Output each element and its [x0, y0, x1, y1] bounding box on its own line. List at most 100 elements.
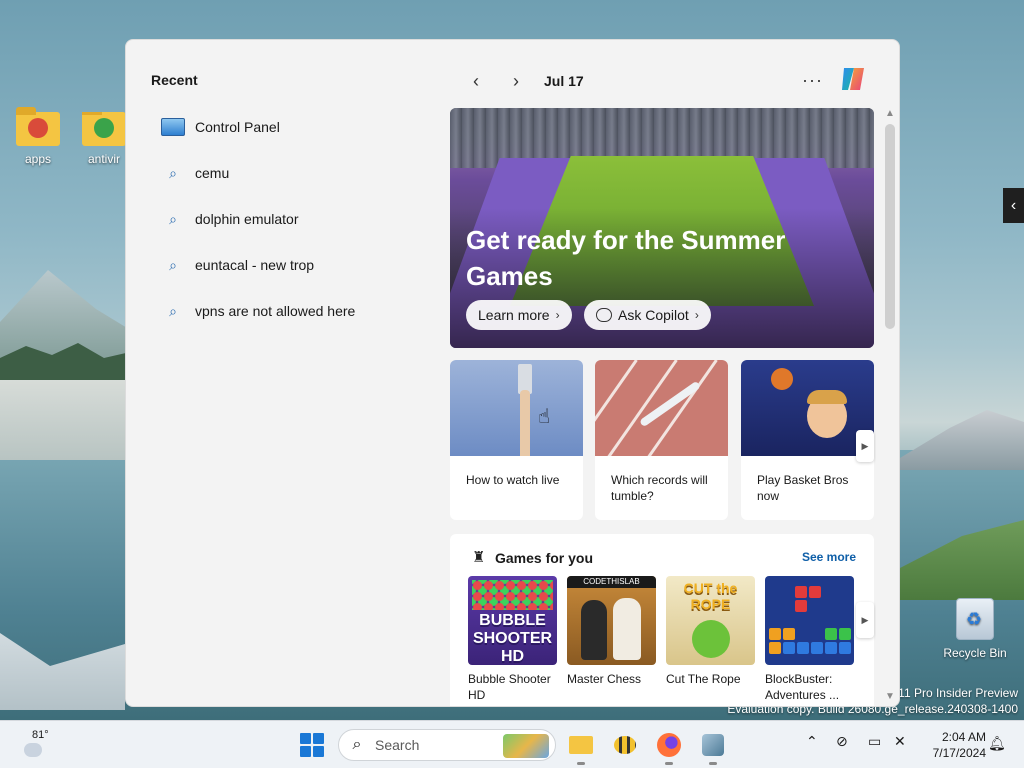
prev-day-button[interactable]: ‹: [456, 68, 496, 94]
game-cut-the-rope[interactable]: CUT the ROPE Cut The Rope: [666, 576, 756, 687]
ask-copilot-button[interactable]: Ask Copilot ›: [584, 300, 711, 330]
more-options-button[interactable]: ···: [802, 70, 823, 91]
search-icon: ⌕: [169, 256, 177, 273]
games-section: ♜ Games for you See more BUBBLE SHOOTER …: [450, 534, 874, 706]
card-title: Which records will tumble?: [611, 473, 708, 503]
search-flyout-panel: Recent Control Panel ⌕ cemu ⌕ dolphin em…: [125, 39, 900, 707]
game-name: Master Chess: [567, 672, 642, 686]
recent-item-euntacal[interactable]: ⌕ euntacal - new trop: [151, 242, 431, 288]
search-highlight-image: [503, 734, 549, 758]
search-icon: ⌕: [352, 736, 362, 753]
network-off-icon[interactable]: ⊘: [836, 733, 848, 750]
news-card-how-to-watch[interactable]: How to watch live: [450, 360, 583, 520]
control-panel-icon: [161, 118, 185, 136]
taskbar-bee-app[interactable]: [609, 729, 641, 761]
learn-more-button[interactable]: Learn more ›: [466, 300, 572, 330]
weather-temp: 81°: [32, 729, 49, 741]
game-image: [765, 576, 854, 665]
taskbar-search-box[interactable]: ⌕ Search: [338, 729, 556, 761]
card-image: [450, 360, 583, 456]
chevron-right-icon: ›: [555, 308, 560, 322]
recent-item-vpns[interactable]: ⌕ vpns are not allowed here: [151, 288, 431, 334]
game-image: CODETHISLAB: [567, 576, 656, 665]
recent-item-label: vpns are not allowed here: [195, 303, 356, 319]
news-card-basket-bros[interactable]: Play Basket Bros now: [741, 360, 874, 520]
card-image: [595, 360, 728, 456]
desktop-icon-label: antivir: [88, 152, 121, 166]
satellite-icon: [702, 734, 724, 756]
game-name: Bubble Shooter HD: [468, 672, 551, 702]
scroll-up-icon[interactable]: ▲: [881, 108, 899, 122]
game-art-text: CODETHISLAB: [567, 576, 656, 588]
clock-time: 2:04 AM: [941, 730, 986, 744]
folder-icon: [82, 112, 126, 146]
chevron-right-icon: ›: [513, 70, 519, 91]
news-card-records[interactable]: Which records will tumble?: [595, 360, 728, 520]
game-art-text: CUT the ROPE: [683, 580, 738, 612]
triangle-right-icon: ▶: [861, 440, 869, 451]
cards-next-button[interactable]: ▶: [856, 430, 874, 462]
recent-item-label: euntacal - new trop: [195, 257, 315, 273]
next-day-button[interactable]: ›: [496, 68, 536, 94]
copilot-logo-icon[interactable]: [838, 64, 870, 94]
recent-item-label: cemu: [195, 165, 230, 181]
bee-icon: [614, 736, 636, 754]
game-master-chess[interactable]: CODETHISLAB Master Chess: [567, 576, 657, 687]
card-image: [741, 360, 874, 456]
desktop-icon-apps[interactable]: apps: [8, 107, 68, 166]
date-nav: ‹ › Jul 17: [456, 68, 584, 94]
recent-item-control-panel[interactable]: Control Panel: [151, 104, 431, 150]
display-icon[interactable]: ▭: [868, 733, 881, 750]
watermark-line-1: s 11 Pro Insider Preview: [888, 686, 1018, 700]
game-name: Cut The Rope: [666, 672, 741, 686]
widgets-side-chevron-icon[interactable]: ‹: [1003, 188, 1024, 223]
taskbar-network-app[interactable]: [697, 729, 729, 765]
show-hidden-icons-chevron-icon[interactable]: ⌃: [806, 733, 818, 750]
feed-content: Get ready for the Summer Games Learn mor…: [450, 108, 876, 706]
recent-item-label: Control Panel: [195, 119, 280, 135]
taskbar: 81° ⌕ Search ⌃ ⊘ ▭ ✕ 2:04 AM 7/17/2024 🔔…: [0, 720, 1024, 768]
taskbar-clock[interactable]: 2:04 AM 7/17/2024: [920, 729, 986, 761]
desktop-wallpaper-beach: [0, 380, 125, 460]
chat-bubble-icon: [596, 308, 612, 322]
see-more-link[interactable]: See more: [802, 550, 856, 564]
recent-item-cemu[interactable]: ⌕ cemu: [151, 150, 431, 196]
cloud-icon: [24, 743, 42, 757]
notification-bell-icon[interactable]: 🔔︎: [988, 735, 1006, 753]
game-name: BlockBuster: Adventures ...: [765, 672, 840, 702]
weather-widget[interactable]: 81°: [18, 729, 58, 761]
game-bubble-shooter[interactable]: BUBBLE SHOOTER HD Bubble Shooter HD: [468, 576, 558, 703]
folder-icon: [569, 736, 593, 754]
recycle-bin-icon: ♻: [956, 598, 994, 640]
volume-mute-icon[interactable]: ✕: [894, 733, 906, 750]
taskbar-file-explorer[interactable]: [565, 729, 597, 765]
feed-scrollbar[interactable]: ▲ ▼: [881, 108, 899, 705]
search-placeholder: Search: [375, 737, 420, 753]
search-icon: ⌕: [169, 164, 177, 181]
taskbar-firefox[interactable]: [653, 729, 685, 765]
news-cards: How to watch live Which records will tum…: [450, 360, 874, 520]
game-art-text: BUBBLE SHOOTER HD: [472, 612, 553, 665]
scroll-thumb[interactable]: [885, 124, 895, 329]
folder-icon: [16, 107, 60, 146]
desktop-icon-antivir[interactable]: antivir: [80, 112, 128, 166]
search-icon: ⌕: [169, 210, 177, 227]
games-next-button[interactable]: ▶: [856, 602, 874, 638]
chess-piece-icon: ♜: [472, 549, 486, 566]
desktop-icon-recycle-bin[interactable]: ♻ Recycle Bin: [940, 598, 1010, 660]
scroll-down-icon[interactable]: ▼: [881, 691, 899, 705]
hero-card[interactable]: Get ready for the Summer Games Learn mor…: [450, 108, 874, 348]
windows-logo-icon: [300, 733, 311, 744]
games-title: Games for you: [495, 550, 594, 566]
recent-item-dolphin-emulator[interactable]: ⌕ dolphin emulator: [151, 196, 431, 242]
chevron-right-icon: ›: [694, 308, 699, 322]
recent-title: Recent: [151, 72, 198, 88]
card-title: Play Basket Bros now: [757, 473, 849, 503]
clock-date: 7/17/2024: [932, 746, 986, 760]
chevron-left-icon: ‹: [473, 70, 479, 91]
start-button[interactable]: [300, 733, 324, 757]
hero-title: Get ready for the Summer Games: [466, 225, 786, 291]
game-image: CUT the ROPE: [666, 576, 755, 665]
desktop-icon-label: apps: [24, 152, 52, 166]
game-blockbuster[interactable]: BlockBuster: Adventures ...: [765, 576, 855, 703]
